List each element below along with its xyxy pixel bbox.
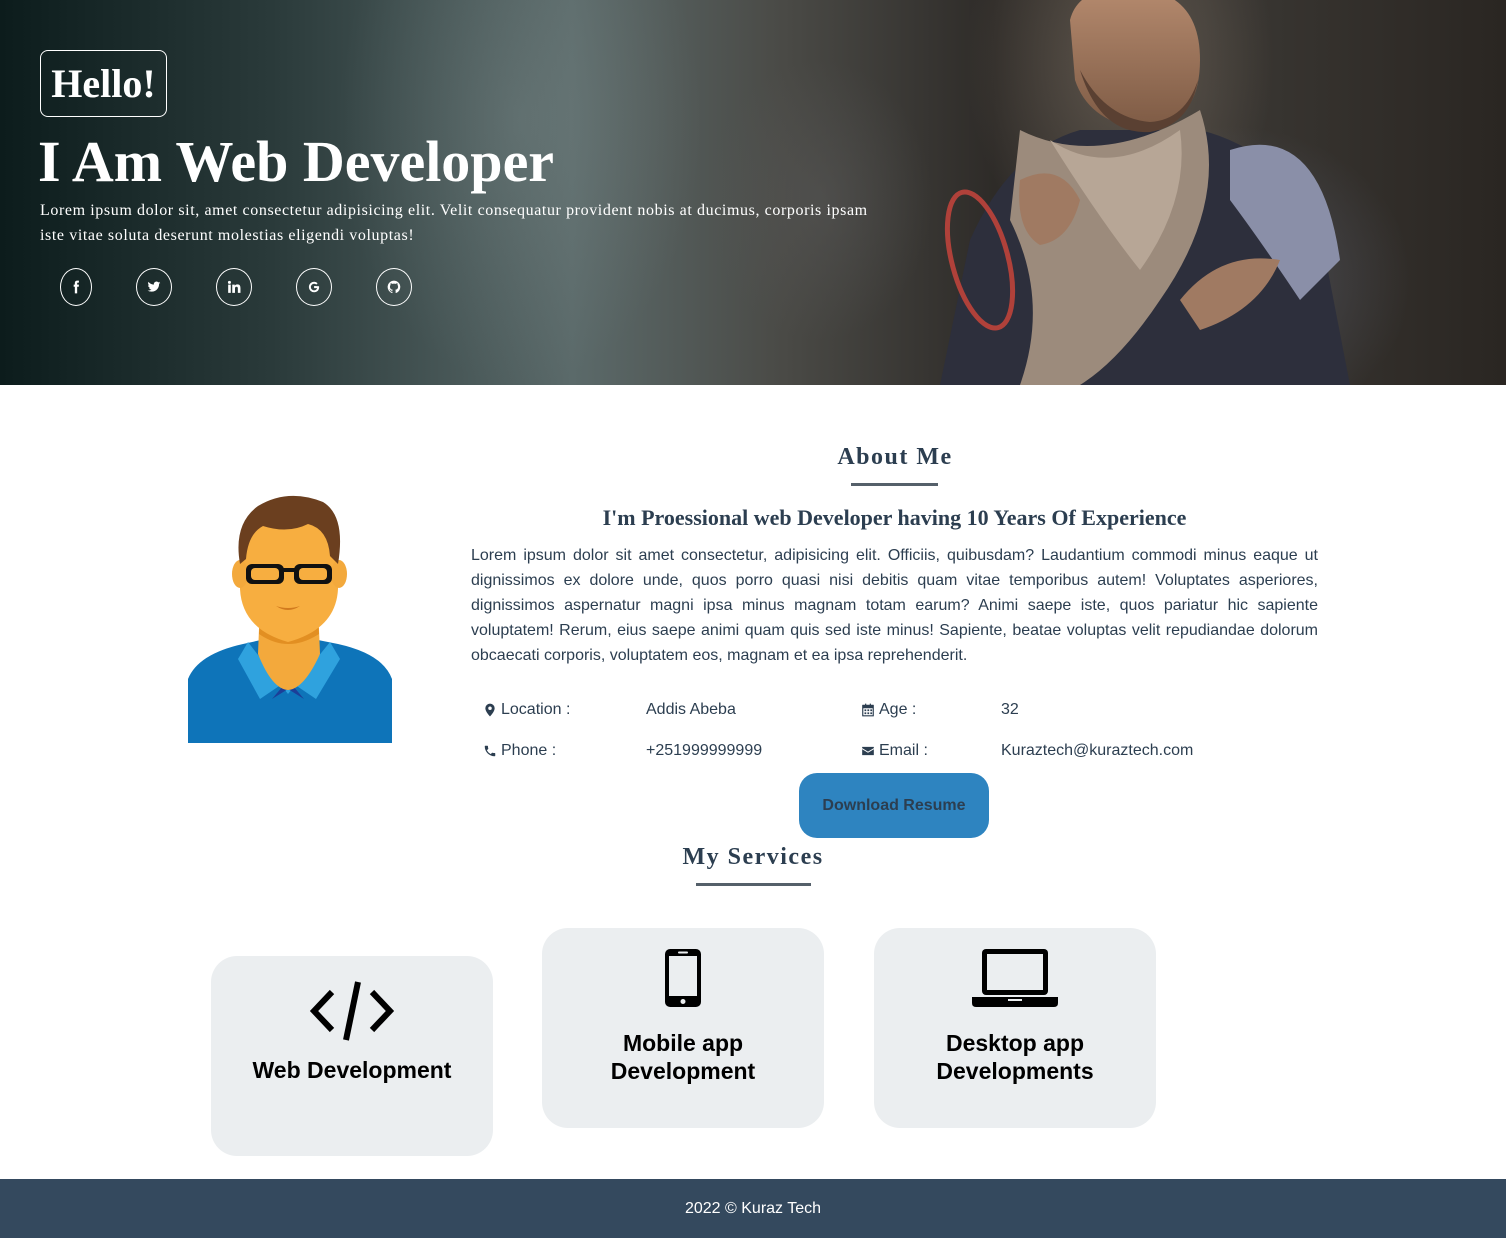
facebook-icon	[73, 280, 79, 294]
hero-title: I Am Web Developer	[38, 129, 555, 194]
github-icon	[387, 280, 401, 294]
google-icon	[308, 281, 320, 293]
service-card-desktop: Desktop app Developments	[874, 928, 1156, 1128]
hello-badge: Hello!	[40, 50, 167, 117]
envelope-icon	[862, 746, 874, 756]
download-resume-button[interactable]: Download Resume	[799, 773, 989, 838]
service-label-mobile: Mobile app Development	[610, 1030, 756, 1084]
services-section-title: My Services	[682, 844, 824, 870]
phone-label: Phone :	[483, 742, 556, 760]
hero-banner: Hello! I Am Web Developer Lorem ipsum do…	[0, 0, 1506, 385]
location-label: Location :	[483, 701, 570, 719]
twitter-icon	[147, 281, 161, 292]
linkedin-link[interactable]	[216, 268, 252, 306]
location-label-text: Location :	[501, 701, 571, 718]
service-card-web: Web Development	[211, 956, 493, 1156]
about-description: Lorem ipsum dolor sit amet consectetur, …	[471, 547, 1318, 664]
hero-portrait-photo	[940, 0, 1350, 385]
mobile-phone-icon	[665, 949, 701, 1007]
service-label-desktop: Desktop app Developments	[936, 1030, 1094, 1084]
email-label-text: Email :	[879, 742, 928, 759]
about-title-underline	[851, 483, 938, 486]
map-marker-icon	[485, 703, 495, 717]
about-section-title: About Me	[837, 444, 953, 470]
service-card-mobile: Mobile app Development	[542, 928, 824, 1128]
github-link[interactable]	[376, 268, 412, 306]
twitter-link[interactable]	[136, 268, 172, 306]
hero-subtitle: Lorem ipsum dolor sit, amet consectetur …	[40, 202, 868, 244]
age-value: 32	[1001, 701, 1019, 718]
linkedin-icon	[227, 280, 241, 293]
email-label: Email :	[861, 742, 928, 760]
developer-avatar	[188, 495, 392, 743]
location-value: Addis Abeba	[646, 701, 736, 718]
footer: 2022 © Kuraz Tech	[0, 1179, 1506, 1238]
google-link[interactable]	[296, 268, 332, 306]
service-label-web: Web Development	[252, 1057, 452, 1083]
code-icon	[310, 981, 394, 1041]
footer-copyright: 2022 © Kuraz Tech	[684, 1199, 822, 1217]
phone-value: +251999999999	[646, 742, 763, 759]
age-label: Age :	[861, 701, 916, 719]
email-value: Kuraztech@kuraztech.com	[1001, 742, 1194, 759]
phone-label-text: Phone :	[501, 742, 557, 759]
phone-icon	[484, 745, 496, 757]
age-label-text: Age :	[879, 701, 917, 718]
calendar-icon	[862, 703, 874, 717]
about-heading: I'm Proessional web Developer having 10 …	[602, 505, 1187, 530]
laptop-icon	[972, 949, 1058, 1007]
facebook-link[interactable]	[60, 268, 92, 306]
services-title-underline	[696, 883, 811, 886]
